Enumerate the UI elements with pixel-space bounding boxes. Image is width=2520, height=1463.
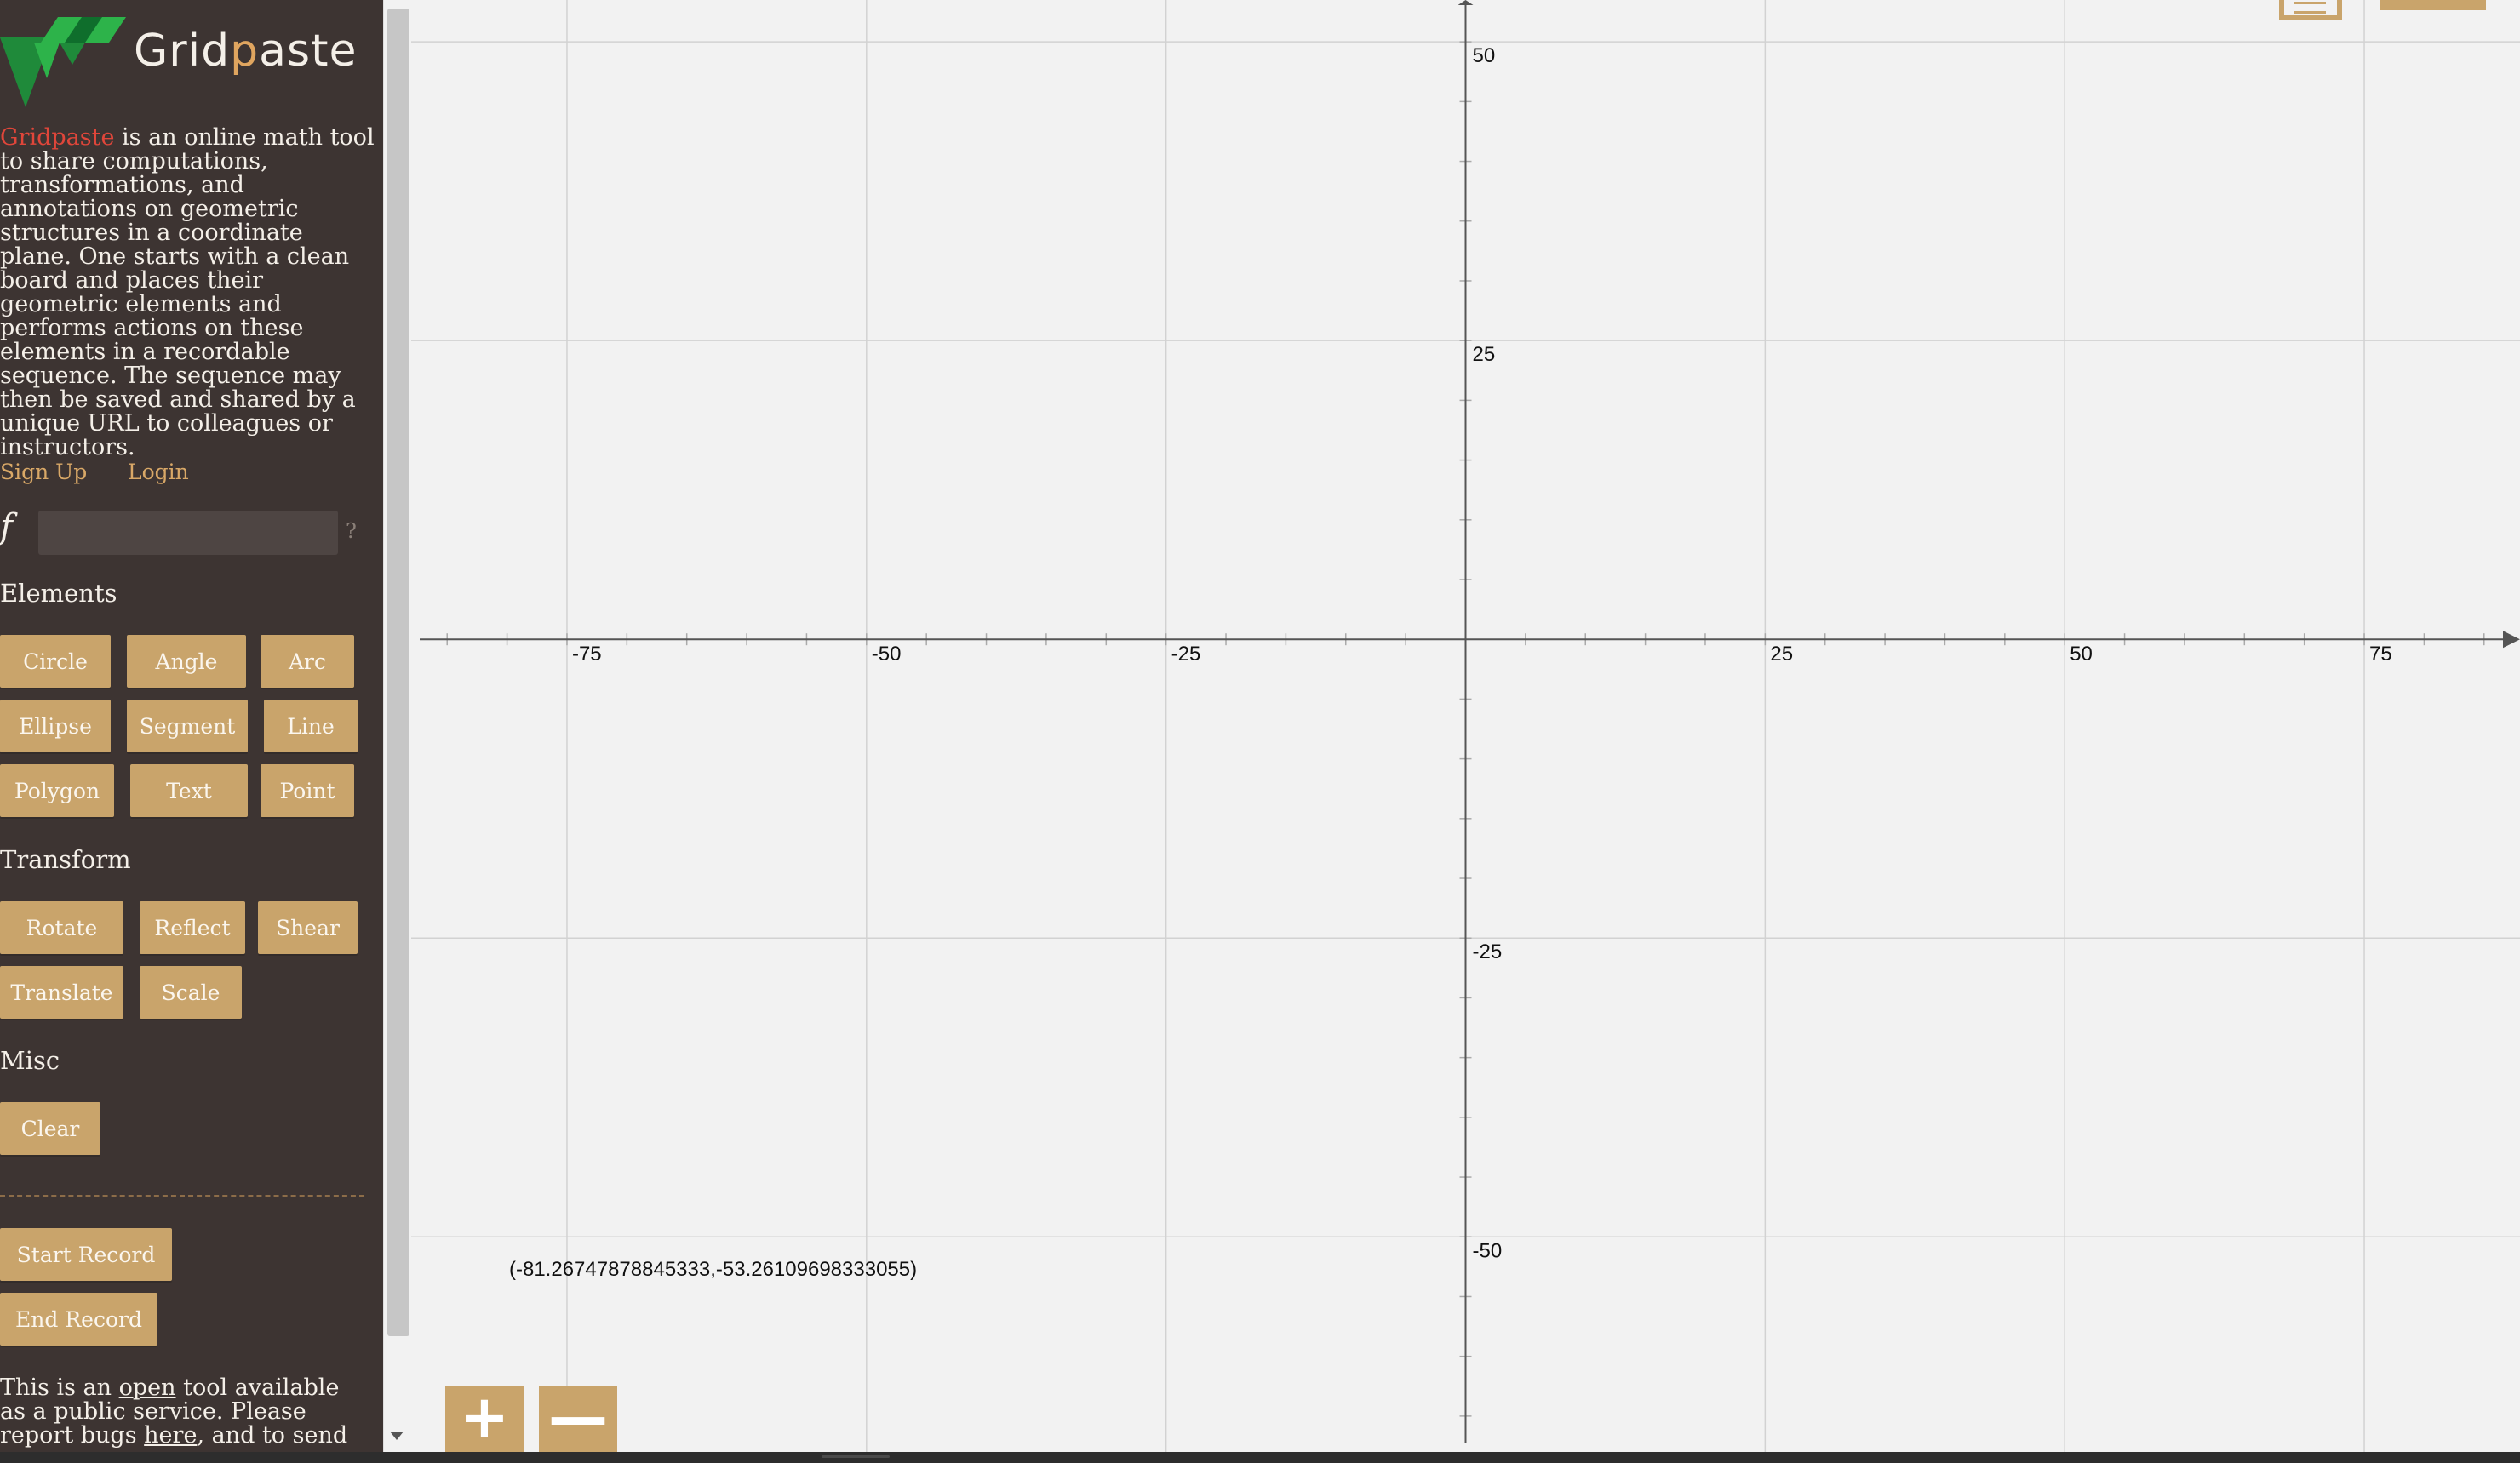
end-record-button[interactable]: End Record xyxy=(0,1293,158,1346)
x-tick-label: -75 xyxy=(572,643,602,666)
coordinate-plane[interactable]: -75 -50 -25 25 50 75 50 25 -25 -50 xyxy=(411,0,2520,1452)
formula-label: f xyxy=(0,507,13,546)
formula-help-icon[interactable]: ? xyxy=(346,519,357,543)
x-tick-label: -25 xyxy=(1171,643,1201,666)
start-record-button[interactable]: Start Record xyxy=(0,1228,172,1281)
gridpaste-logo-icon xyxy=(0,17,126,107)
intro-text: Gridpaste is an online math tool to shar… xyxy=(0,124,375,460)
bottom-bar xyxy=(0,1452,2520,1463)
y-tick-label: 50 xyxy=(1473,44,1496,67)
x-tick-label: -50 xyxy=(872,643,902,666)
zoom-in-button[interactable]: + xyxy=(445,1382,524,1452)
sidebar: Gridpaste Gridpaste is an online math to… xyxy=(0,0,383,1452)
segment-button[interactable]: Segment xyxy=(127,700,248,752)
arc-button[interactable]: Arc xyxy=(261,635,354,688)
footer-text: This is an open tool available as a publ… xyxy=(0,1374,348,1449)
elements-title: Elements xyxy=(0,579,117,608)
shear-button[interactable]: Shear xyxy=(258,901,358,954)
translate-button[interactable]: Translate xyxy=(0,966,123,1019)
rotate-button[interactable]: Rotate xyxy=(0,901,123,954)
y-tick-label: -25 xyxy=(1473,940,1503,963)
top-right-button[interactable] xyxy=(2380,0,2486,10)
y-axis-arrow-icon xyxy=(1458,0,1474,5)
scroll-down-arrow-icon[interactable] xyxy=(390,1432,404,1440)
coordinate-board[interactable]: -75 -50 -25 25 50 75 50 25 -25 -50 xyxy=(411,0,2520,1452)
keyboard-icon-keys xyxy=(2294,2,2326,14)
sidebar-scroll-thumb[interactable] xyxy=(387,9,410,1336)
y-tick-label: -50 xyxy=(1473,1239,1503,1262)
line-button[interactable]: Line xyxy=(264,700,358,752)
misc-title: Misc xyxy=(0,1046,60,1075)
brand-name[interactable]: Gridpaste xyxy=(134,26,358,77)
point-button[interactable]: Point xyxy=(261,764,354,817)
coordinate-readout: (-81.26747878845333,-53.26109698333055) xyxy=(509,1258,918,1281)
x-axis-arrow-icon xyxy=(2503,631,2520,649)
x-tick-label: 50 xyxy=(2070,643,2093,666)
zoom-out-button[interactable]: — xyxy=(539,1382,617,1452)
ellipse-button[interactable]: Ellipse xyxy=(0,700,111,752)
clear-button[interactable]: Clear xyxy=(0,1102,100,1155)
here-link[interactable]: here xyxy=(144,1422,197,1449)
angle-button[interactable]: Angle xyxy=(127,635,246,688)
y-tick-label: 25 xyxy=(1473,343,1496,366)
x-tick-label: 25 xyxy=(1770,643,1793,666)
sidebar-divider xyxy=(0,1195,364,1197)
intro-brand-name: Gridpaste xyxy=(0,124,115,151)
scale-button[interactable]: Scale xyxy=(140,966,242,1019)
transform-title: Transform xyxy=(0,845,131,874)
login-link[interactable]: Login xyxy=(128,460,189,484)
polygon-button[interactable]: Polygon xyxy=(0,764,114,817)
text-button[interactable]: Text xyxy=(130,764,248,817)
x-tick-label: 75 xyxy=(2369,643,2392,666)
circle-button[interactable]: Circle xyxy=(0,635,111,688)
signup-link[interactable]: Sign Up xyxy=(0,460,87,484)
open-link[interactable]: open xyxy=(119,1374,176,1401)
reflect-button[interactable]: Reflect xyxy=(140,901,245,954)
formula-input[interactable] xyxy=(38,511,338,555)
bottom-bar-handle xyxy=(822,1455,890,1458)
